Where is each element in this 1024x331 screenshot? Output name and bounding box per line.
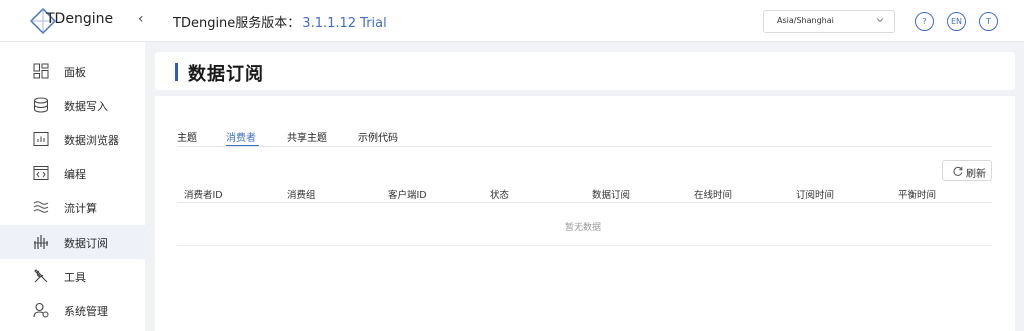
page-title: 数据订阅 [188,64,264,85]
subscribe-icon [34,235,48,249]
help-button[interactable]: ? [915,12,934,31]
tab-shared-topics[interactable]: 共享主题 [287,129,327,144]
column-header: 平衡时间 [898,190,937,201]
code-icon [33,166,49,180]
refresh-icon [953,166,963,176]
app-logo-text: TDengine [46,11,114,27]
timezone-select[interactable]: Asia/Shanghai [763,10,895,33]
column-header: 客户端ID [388,190,427,201]
dashboard-icon [33,63,49,79]
language-button[interactable]: EN [947,12,966,31]
sidebar: 面板 数据写入 数据浏览器 编程 流计算 数据订阅 工具 系统管理 [0,42,145,331]
sidebar-item-stream[interactable]: 流计算 [0,190,145,224]
user-avatar-button[interactable]: T [979,12,998,31]
version-label: TDengine服务版本： [173,16,301,31]
chevron-down-icon [876,18,884,23]
refresh-button[interactable]: 刷新 [942,160,992,181]
column-header: 在线时间 [694,190,733,201]
sidebar-item-label: 数据写入 [64,100,108,113]
user-admin-icon [33,302,49,318]
column-header: 订阅时间 [796,190,835,201]
sidebar-item-data-browser[interactable]: 数据浏览器 [0,122,145,156]
server-version: TDengine服务版本： 3.1.1.12 Trial [173,12,387,31]
subscription-panel: 主题 消费者 共享主题 示例代码 刷新 消费者ID 消费组 客户端ID 状态 数… [155,96,1015,331]
sidebar-item-subscription[interactable]: 数据订阅 [0,225,145,259]
table-bottom-divider [177,245,992,246]
sidebar-item-label: 数据浏览器 [64,134,119,147]
column-header: 消费组 [287,190,316,201]
sidebar-item-data-ingest[interactable]: 数据写入 [0,88,145,122]
sidebar-item-dashboard[interactable]: 面板 [0,54,145,88]
tab-divider [177,146,992,147]
sidebar-item-label: 流计算 [64,202,97,215]
tools-icon [34,269,48,283]
title-accent-bar [175,63,178,81]
column-header: 消费者ID [184,190,223,201]
tab-consumers[interactable]: 消费者 [226,129,256,144]
column-header: 状态 [490,190,510,201]
top-bar: TDengine ‹ TDengine服务版本： 3.1.1.12 Trial A… [0,0,1024,42]
tab-sample-code[interactable]: 示例代码 [358,129,398,144]
refresh-label: 刷新 [966,169,986,180]
sidebar-item-label: 数据订阅 [64,237,108,250]
sidebar-item-label: 面板 [64,66,86,79]
version-value: 3.1.1.12 Trial [302,16,387,31]
sidebar-item-label: 编程 [64,168,86,181]
sidebar-item-system-admin[interactable]: 系统管理 [0,293,145,327]
sidebar-item-programming[interactable]: 编程 [0,156,145,190]
database-write-icon [34,97,48,113]
empty-state-text: 暂无数据 [565,223,602,233]
tab-topics[interactable]: 主题 [177,129,197,144]
sidebar-item-label: 工具 [64,271,86,284]
stream-icon [33,201,49,213]
column-header: 数据订阅 [592,190,631,201]
collapse-sidebar-button[interactable]: ‹ [138,11,144,27]
sidebar-item-tools[interactable]: 工具 [0,259,145,293]
timezone-value: Asia/Shanghai [777,16,834,25]
table-header-divider [177,202,992,203]
data-browser-icon [33,132,49,146]
page-header: 数据订阅 [155,52,1015,90]
sidebar-item-label: 系统管理 [64,305,108,318]
